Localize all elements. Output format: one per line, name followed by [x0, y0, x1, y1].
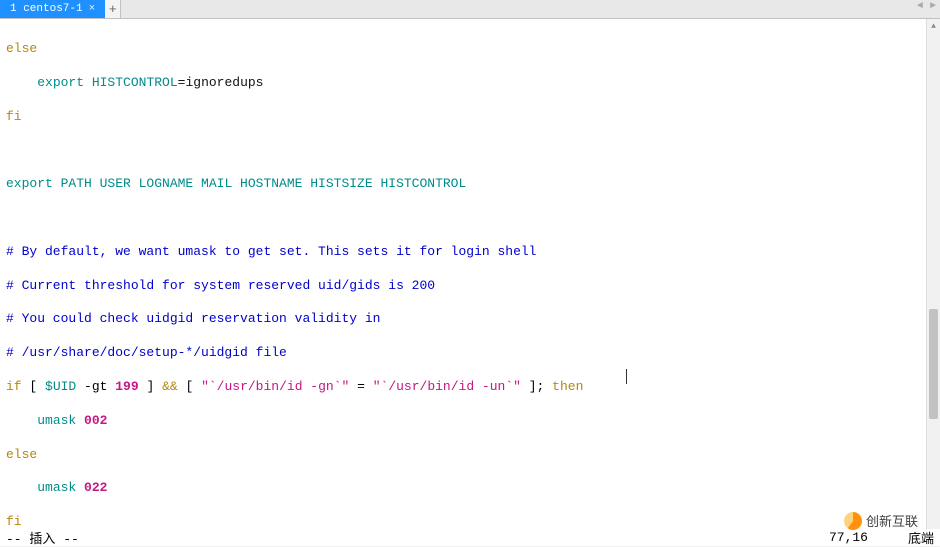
- scroll-up-button[interactable]: ▲: [927, 19, 940, 33]
- txt: [: [22, 379, 45, 394]
- str: "`/usr/bin/id -gn`": [201, 379, 349, 394]
- txt: [: [178, 379, 201, 394]
- op: &&: [162, 379, 178, 394]
- new-tab-button[interactable]: +: [105, 0, 121, 18]
- watermark-text: 创新互联: [866, 511, 918, 530]
- txt: =: [349, 379, 372, 394]
- vim-status-bar: -- 插入 -- 77,16 底端: [0, 529, 940, 546]
- cmd: export: [37, 75, 84, 90]
- txt: ]: [139, 379, 162, 394]
- kw: fi: [6, 109, 22, 124]
- comment: # By default, we want umask to get set. …: [6, 244, 537, 259]
- comment: # Current threshold for system reserved …: [6, 278, 435, 293]
- num: 022: [76, 480, 107, 495]
- tab-label: 1 centos7-1: [10, 3, 83, 15]
- cursor-position: 77,16: [829, 530, 868, 545]
- cmd: umask: [37, 480, 76, 495]
- comment: # You could check uidgid reservation val…: [6, 311, 380, 326]
- kw: then: [552, 379, 583, 394]
- cmd: umask: [37, 413, 76, 428]
- plus-icon: +: [109, 2, 117, 17]
- tab-terminal-1[interactable]: 1 centos7-1 ×: [0, 0, 105, 18]
- logo-icon: [844, 512, 862, 530]
- ident: PATH USER LOGNAME MAIL HOSTNAME HISTSIZE…: [53, 176, 466, 191]
- tab-nav: ◄ ►: [915, 1, 938, 12]
- chevron-up-icon: ▲: [931, 22, 936, 31]
- ident: HISTCONTROL: [84, 75, 178, 90]
- comment: # /usr/share/doc/setup-*/uidgid file: [6, 345, 287, 360]
- kw: if: [6, 379, 22, 394]
- tab-bar: 1 centos7-1 × + ◄ ►: [0, 0, 940, 19]
- num: 199: [115, 379, 138, 394]
- close-icon[interactable]: ×: [89, 3, 96, 15]
- txt: ];: [521, 379, 552, 394]
- kw: else: [6, 41, 37, 56]
- vertical-scrollbar[interactable]: ▲ ▼: [926, 19, 940, 546]
- scroll-thumb[interactable]: [929, 309, 938, 419]
- kw: fi: [6, 514, 22, 529]
- vim-mode: -- 插入 --: [6, 528, 79, 547]
- text-caret-icon: [626, 369, 627, 384]
- ident: ignoredups: [185, 75, 263, 90]
- scroll-location: 底端: [908, 528, 934, 547]
- watermark: 创新互联: [844, 511, 918, 530]
- cmd: export: [6, 176, 53, 191]
- var: $UID: [45, 379, 76, 394]
- kw: else: [6, 447, 37, 462]
- editor-area[interactable]: else export HISTCONTROL = ignoredups fi ex…: [0, 19, 940, 529]
- num: 002: [76, 413, 107, 428]
- tab-prev-button[interactable]: ◄: [915, 1, 925, 12]
- txt: -gt: [76, 379, 115, 394]
- str: "`/usr/bin/id -un`": [373, 379, 521, 394]
- tab-next-button[interactable]: ►: [928, 1, 938, 12]
